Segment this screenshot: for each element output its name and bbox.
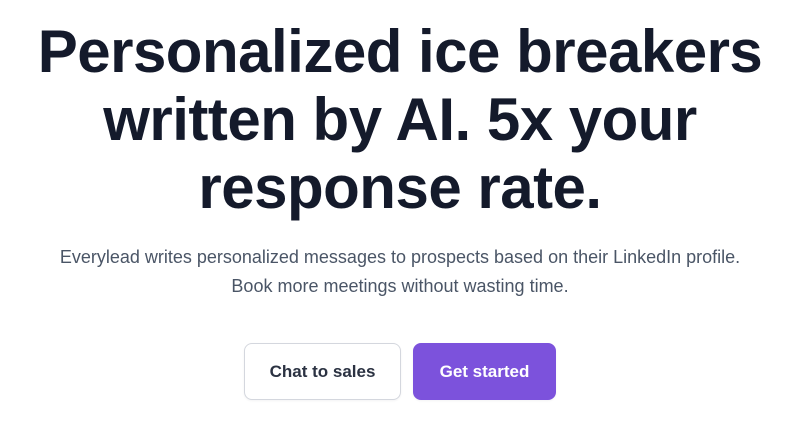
get-started-button[interactable]: Get started	[413, 343, 556, 400]
hero-headline-line: response rate.	[198, 154, 602, 221]
hero-subtitle-line: Book more meetings without wasting time.	[231, 276, 569, 296]
hero-section: Personalized ice breakers written by AI.…	[0, 0, 800, 423]
hero-headline-line: written by AI. 5x your	[103, 86, 697, 153]
chat-to-sales-button[interactable]: Chat to sales	[244, 343, 401, 400]
hero-headline-line: Personalized ice breakers	[37, 18, 763, 85]
hero-subtitle: Everylead writes personalized messages t…	[0, 243, 800, 301]
hero-actions: Chat to sales Get started	[0, 343, 800, 400]
hero-headline: Personalized ice breakers written by AI.…	[0, 18, 800, 222]
hero-subtitle-line: Everylead writes personalized messages t…	[59, 247, 741, 267]
